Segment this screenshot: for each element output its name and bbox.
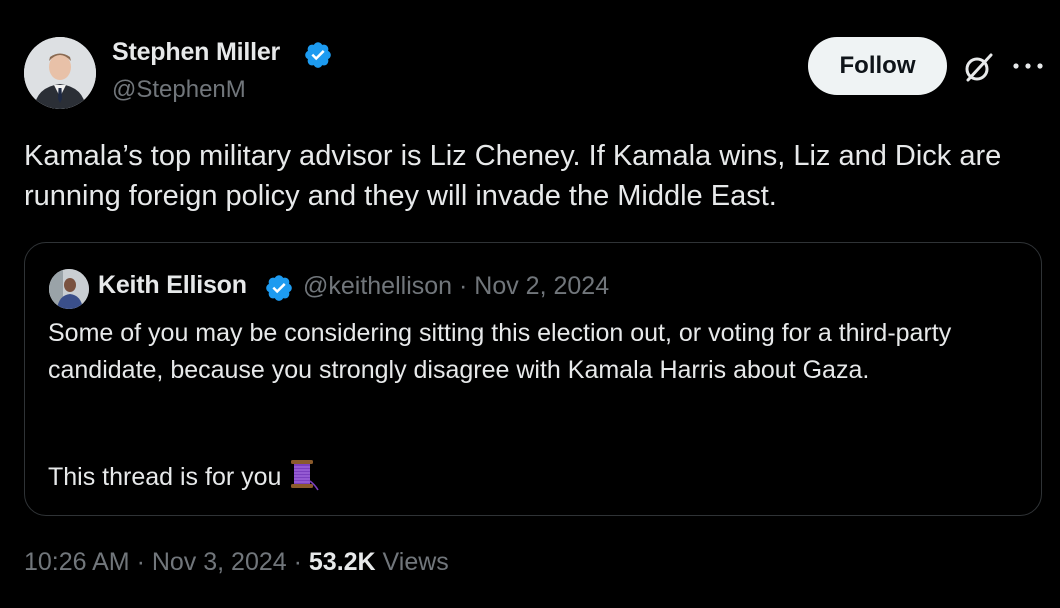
spool-of-thread-icon [291,460,320,491]
follow-button[interactable]: Follow [808,37,947,95]
timestamp-link[interactable]: 10:26 AM · Nov 3, 2024 · [24,548,309,576]
tweet-footer: 10:26 AM · Nov 3, 2024 · 53.2K Views [24,548,449,577]
views-label: Views [375,548,449,576]
quote-author-name[interactable]: Keith Ellison [98,271,247,300]
quote-text: Some of you may be considering sitting t… [48,319,952,384]
quote-author-avatar[interactable] [49,269,89,309]
tweet-card: Stephen Miller @StephenM Follow Kamala’s… [0,0,1060,608]
grok-icon[interactable] [962,50,996,84]
quote-text-line: This thread is for you [48,459,1018,496]
author-handle[interactable]: @StephenM [112,76,246,104]
verified-badge-icon [266,275,292,301]
quoted-tweet[interactable]: Keith Ellison @keithellison · Nov 2, 202… [24,242,1042,516]
quote-handle-date[interactable]: @keithellison · Nov 2, 2024 [303,272,609,301]
verified-badge-icon [305,42,331,68]
views-count: 53.2K [308,548,376,576]
tweet-text: Kamala’s top military advisor is Liz Che… [24,140,1002,212]
quote-text-2: This thread is for you [48,463,282,491]
author-name[interactable]: Stephen Miller [112,38,280,67]
more-options-icon[interactable] [1010,56,1046,76]
author-avatar[interactable] [24,37,96,109]
